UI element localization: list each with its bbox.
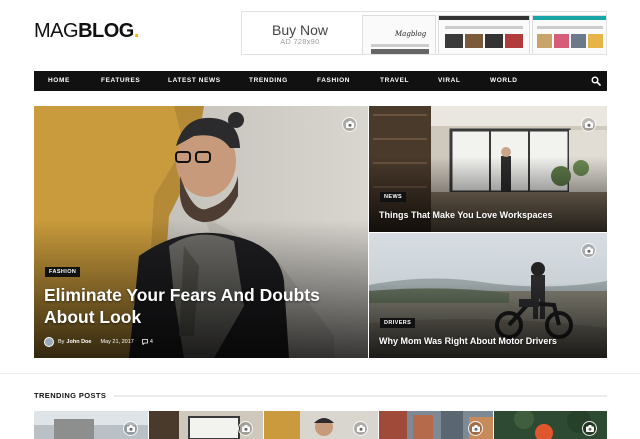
trending-heading: TRENDING POSTS bbox=[34, 391, 107, 400]
camera-icon bbox=[581, 117, 596, 132]
ad-preview-1: Magblog bbox=[362, 15, 436, 54]
trending-thumb-1[interactable] bbox=[34, 411, 148, 439]
header-ad-banner[interactable]: Buy Now AD 728x90 Magblog bbox=[241, 11, 607, 55]
category-tag[interactable]: FASHION bbox=[45, 267, 81, 277]
category-tag[interactable]: NEWS bbox=[380, 192, 407, 202]
post-meta: By John Doe May 21, 2017 4 bbox=[44, 337, 153, 347]
site-logo[interactable]: MAGBLOG. bbox=[34, 20, 139, 43]
ad-size-label: AD 728x90 bbox=[280, 39, 320, 46]
main-navigation: HOME FEATURES LATEST NEWS TRENDING FASHI… bbox=[34, 71, 607, 91]
author-prefix: By bbox=[58, 339, 65, 345]
camera-icon bbox=[238, 421, 253, 436]
section-divider bbox=[0, 373, 640, 374]
side-post-title[interactable]: Things That Make You Love Workspaces bbox=[379, 209, 603, 221]
ad-preview-2 bbox=[438, 15, 530, 54]
logo-part-1: MAG bbox=[34, 20, 79, 42]
comment-count: 4 bbox=[149, 339, 153, 345]
nav-world[interactable]: WORLD bbox=[490, 71, 518, 91]
logo-part-2: BLOG bbox=[78, 20, 134, 42]
search-icon[interactable] bbox=[591, 76, 601, 86]
camera-icon bbox=[582, 421, 597, 436]
trending-thumb-4[interactable] bbox=[379, 411, 493, 439]
side-post-title[interactable]: Why Mom Was Right About Motor Drivers bbox=[379, 335, 603, 347]
camera-icon bbox=[353, 421, 368, 436]
nav-latest-news[interactable]: LATEST NEWS bbox=[168, 71, 221, 91]
title-line-1: Eliminate Your Fears And Doubts bbox=[44, 285, 320, 305]
avatar bbox=[44, 337, 54, 347]
trending-thumb-5[interactable] bbox=[494, 411, 607, 439]
camera-icon bbox=[468, 421, 483, 436]
camera-icon bbox=[581, 243, 596, 258]
nav-trending[interactable]: TRENDING bbox=[249, 71, 288, 91]
ad-mini-logo: Magblog bbox=[395, 30, 427, 38]
title-line-2: About Look bbox=[44, 307, 142, 327]
nav-viral[interactable]: VIRAL bbox=[438, 71, 461, 91]
heading-rule bbox=[114, 395, 607, 397]
ad-preview-3 bbox=[532, 15, 606, 54]
logo-dot: . bbox=[133, 20, 140, 42]
trending-thumb-3[interactable] bbox=[264, 411, 378, 439]
featured-post-side-bottom[interactable]: DRIVERS Why Mom Was Right About Motor Dr… bbox=[369, 233, 607, 358]
nav-fashion[interactable]: FASHION bbox=[317, 71, 350, 91]
nav-features[interactable]: FEATURES bbox=[101, 71, 140, 91]
author-name[interactable]: John Doe bbox=[66, 339, 91, 345]
trending-thumb-2[interactable] bbox=[149, 411, 263, 439]
featured-post-title[interactable]: Eliminate Your Fears And Doubts About Lo… bbox=[44, 284, 364, 328]
post-date: May 21, 2017 bbox=[100, 339, 134, 345]
camera-icon bbox=[123, 421, 138, 436]
nav-travel[interactable]: TRAVEL bbox=[380, 71, 409, 91]
ad-text-block: Buy Now AD 728x90 bbox=[242, 12, 358, 54]
featured-post-main[interactable]: FASHION Eliminate Your Fears And Doubts … bbox=[34, 106, 368, 358]
category-tag[interactable]: DRIVERS bbox=[380, 318, 416, 328]
nav-home[interactable]: HOME bbox=[48, 71, 70, 91]
featured-post-side-top[interactable]: NEWS Things That Make You Love Workspace… bbox=[369, 106, 607, 232]
ad-cta: Buy Now bbox=[271, 22, 329, 38]
camera-icon bbox=[342, 117, 357, 132]
comment-icon bbox=[141, 339, 148, 345]
